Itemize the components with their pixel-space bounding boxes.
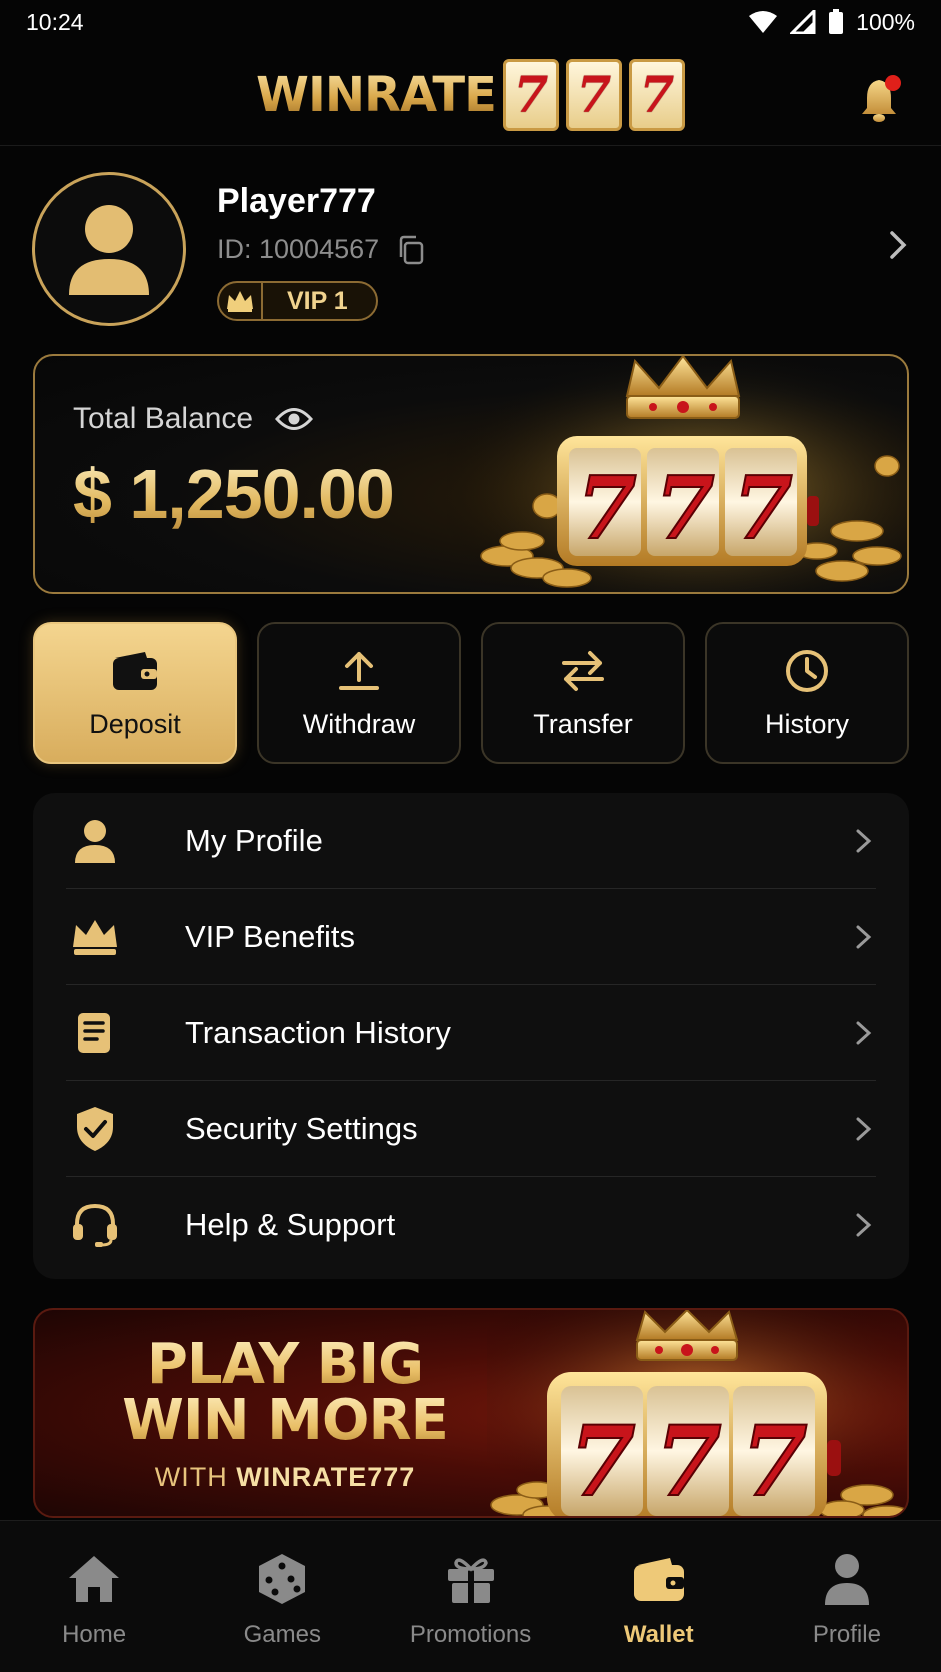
battery-icon	[829, 9, 844, 34]
home-icon	[66, 1551, 122, 1607]
clock-icon	[780, 647, 834, 695]
chevron-right-icon	[856, 1213, 872, 1237]
nav-promotions[interactable]: Promotions	[376, 1521, 564, 1672]
nav-home[interactable]: Home	[0, 1521, 188, 1672]
history-button[interactable]: History	[705, 622, 909, 764]
signal-icon	[790, 10, 816, 34]
shield-check-icon	[69, 1103, 121, 1155]
svg-text:7: 7	[741, 1405, 808, 1518]
balance-card: Total Balance $ 1,250.00 777	[33, 354, 909, 594]
deposit-label: Deposit	[89, 708, 181, 739]
logo-seven: 7	[502, 58, 559, 131]
chevron-right-icon[interactable]	[882, 225, 912, 265]
nav-games[interactable]: Games	[188, 1521, 376, 1672]
vip-level: VIP 1	[287, 286, 348, 315]
nav-profile[interactable]: Profile	[753, 1521, 941, 1672]
player-id-row: ID: 10004567	[217, 234, 425, 265]
menu-item-label: My Profile	[185, 822, 323, 858]
status-bar: 10:24 100%	[0, 0, 941, 44]
chevron-right-icon	[856, 1021, 872, 1044]
profile-summary[interactable]: Player777 ID: 10004567 VIP 1	[32, 170, 912, 330]
person-icon	[819, 1551, 875, 1607]
notification-dot	[885, 75, 901, 91]
withdraw-button[interactable]: Withdraw	[257, 622, 461, 764]
person-icon	[69, 815, 121, 867]
svg-text:7: 7	[569, 1405, 636, 1518]
promo-tagline-prefix: WITH	[154, 1462, 237, 1492]
copy-icon[interactable]	[397, 235, 425, 265]
chevron-right-icon	[856, 925, 872, 948]
status-icons: 100%	[748, 9, 915, 36]
logo-seven: 7	[565, 58, 622, 131]
menu-item-my-profile[interactable]: My Profile	[66, 793, 876, 889]
menu-item-security-settings[interactable]: Security Settings	[66, 1081, 876, 1177]
app-header: WINRATE 7 7 7	[0, 44, 941, 146]
chevron-right-icon	[856, 829, 872, 852]
nav-label: Games	[243, 1621, 321, 1648]
crown-icon	[69, 911, 121, 963]
history-label: History	[764, 708, 849, 739]
person-icon	[69, 205, 149, 295]
nav-label: Wallet	[623, 1621, 694, 1648]
status-time: 10:24	[26, 8, 84, 35]
menu-item-label: VIP Benefits	[185, 918, 356, 954]
nav-label: Profile	[812, 1621, 881, 1648]
headset-icon	[69, 1199, 121, 1251]
deposit-button[interactable]: Deposit	[33, 622, 237, 764]
menu-item-label: Security Settings	[185, 1110, 418, 1146]
eye-icon[interactable]	[275, 406, 314, 432]
transfer-label: Transfer	[533, 708, 633, 739]
promo-tagline-brand: WINRATE777	[236, 1462, 416, 1492]
svg-text:7: 7	[733, 458, 793, 559]
menu-item-label: Transaction History	[185, 1014, 451, 1050]
wallet-actions: Deposit Withdraw Transfer History	[33, 622, 909, 764]
dice-icon	[254, 1551, 310, 1607]
nav-wallet[interactable]: Wallet	[565, 1521, 753, 1672]
promo-banner[interactable]: PLAY BIG WIN MORE WITH WINRATE777 777	[33, 1308, 909, 1518]
wallet-icon	[631, 1551, 687, 1607]
battery-percent: 100%	[856, 8, 915, 35]
crown-icon	[219, 283, 263, 319]
logo-text: WINRATE	[256, 66, 497, 123]
promo-headline-line2: WIN MORE	[35, 1388, 535, 1453]
avatar[interactable]	[32, 172, 186, 326]
vip-badge[interactable]: VIP 1	[217, 281, 378, 321]
wifi-icon	[749, 11, 778, 33]
transfer-button[interactable]: Transfer	[481, 622, 685, 764]
svg-text:7: 7	[577, 458, 637, 559]
menu-item-vip-benefits[interactable]: VIP Benefits	[66, 889, 876, 985]
transfer-icon	[556, 647, 610, 695]
nav-label: Home	[62, 1621, 127, 1648]
nav-label: Promotions	[409, 1621, 532, 1648]
wallet-icon	[108, 647, 162, 695]
player-id: ID: 10004567	[217, 234, 380, 264]
upload-icon	[332, 647, 386, 695]
svg-text:7: 7	[655, 458, 715, 559]
svg-text:7: 7	[655, 1405, 722, 1518]
slot-machine-illustration: 777	[487, 1310, 907, 1518]
receipt-icon	[69, 1007, 121, 1059]
bell-icon[interactable]	[859, 74, 903, 124]
logo-seven: 7	[628, 58, 685, 131]
promo-tagline: WITH WINRATE777	[35, 1462, 535, 1493]
menu-item-transaction-history[interactable]: Transaction History	[66, 985, 876, 1081]
balance-label-row: Total Balance	[73, 402, 314, 436]
withdraw-label: Withdraw	[302, 708, 416, 739]
chevron-right-icon	[856, 1117, 872, 1140]
app-logo: WINRATE 7 7 7	[256, 58, 685, 131]
slot-machine-illustration: 777	[447, 356, 907, 592]
balance-amount: $ 1,250.00	[73, 455, 395, 533]
gift-icon	[443, 1551, 499, 1607]
bottom-navigation: Home Games Promotions Wallet Profile	[0, 1520, 941, 1672]
account-menu: My Profile VIP Benefits Transaction Hist…	[33, 793, 909, 1279]
player-name: Player777	[217, 182, 376, 220]
menu-item-help-support[interactable]: Help & Support	[66, 1177, 876, 1273]
balance-label: Total Balance	[73, 402, 254, 435]
menu-item-label: Help & Support	[185, 1207, 396, 1242]
